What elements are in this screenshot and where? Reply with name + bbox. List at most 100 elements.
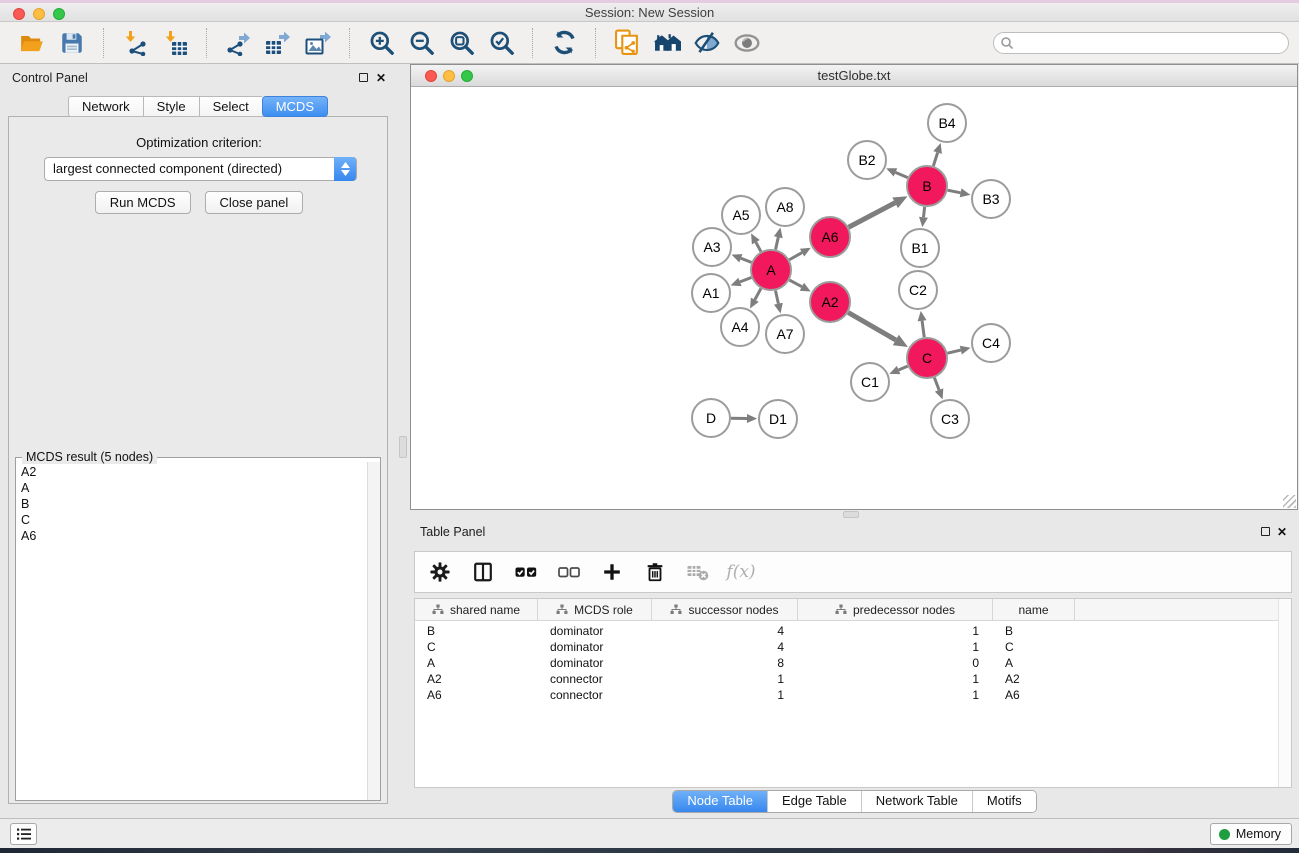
- graph-node-C1[interactable]: C1: [851, 363, 889, 401]
- graph-edge-B-B2[interactable]: [895, 172, 907, 177]
- cell-predecessor-nodes[interactable]: 1: [798, 639, 993, 655]
- cell-name[interactable]: A2: [993, 671, 1075, 687]
- column-header-successor-nodes[interactable]: successor nodes: [652, 599, 798, 620]
- graph-node-A1[interactable]: A1: [692, 274, 730, 312]
- export-network-icon[interactable]: [223, 28, 253, 58]
- graph-node-B3[interactable]: B3: [972, 180, 1010, 218]
- table-panel-float-icon[interactable]: [1261, 527, 1270, 536]
- graph-edge-A-A8[interactable]: [776, 237, 779, 249]
- graph-edge-B-B3[interactable]: [948, 190, 961, 193]
- cell-predecessor-nodes[interactable]: 1: [798, 623, 993, 639]
- unselect-all-columns-icon[interactable]: [556, 559, 582, 585]
- home-view-icon[interactable]: [652, 28, 682, 58]
- mcds-result-list[interactable]: A2 A B C A6: [17, 464, 366, 799]
- table-row[interactable]: A6 connector 1 1 A6: [415, 687, 1291, 703]
- mcds-result-item[interactable]: A: [17, 480, 366, 496]
- export-image-icon[interactable]: [303, 28, 333, 58]
- select-all-columns-icon[interactable]: [513, 559, 539, 585]
- graph-edge-C-C1[interactable]: [899, 366, 908, 370]
- cell-successor-nodes[interactable]: 4: [652, 639, 798, 655]
- graph-node-D[interactable]: D: [692, 399, 730, 437]
- add-column-icon[interactable]: [599, 559, 625, 585]
- cell-name[interactable]: B: [993, 623, 1075, 639]
- table-panel-close-icon[interactable]: ✕: [1277, 526, 1287, 538]
- column-header-shared-name[interactable]: shared name: [415, 599, 538, 620]
- delete-table-icon[interactable]: [685, 559, 711, 585]
- cell-mcds-role[interactable]: dominator: [538, 655, 652, 671]
- cell-shared-name[interactable]: A2: [415, 671, 538, 687]
- graph-node-B[interactable]: B: [907, 166, 947, 206]
- open-session-icon[interactable]: [17, 28, 47, 58]
- refresh-icon[interactable]: [549, 28, 579, 58]
- close-panel-button[interactable]: Close panel: [205, 191, 304, 214]
- zoom-out-icon[interactable]: [406, 28, 436, 58]
- run-mcds-button[interactable]: Run MCDS: [95, 191, 191, 214]
- graph-node-A[interactable]: A: [751, 250, 791, 290]
- cell-shared-name[interactable]: B: [415, 623, 538, 639]
- vertical-splitter[interactable]: [397, 64, 410, 818]
- zoom-selected-icon[interactable]: [486, 28, 516, 58]
- graph-edge-A-A6[interactable]: [789, 253, 802, 260]
- column-header-mcds-role[interactable]: MCDS role: [538, 599, 652, 620]
- tab-edge-table[interactable]: Edge Table: [767, 791, 861, 812]
- window-resize-grip[interactable]: [1283, 495, 1296, 508]
- graph-node-C[interactable]: C: [907, 338, 947, 378]
- memory-button[interactable]: Memory: [1210, 823, 1292, 845]
- vertical-splitter-grip[interactable]: [399, 436, 407, 458]
- cell-mcds-role[interactable]: connector: [538, 671, 652, 687]
- mcds-list-scrollbar[interactable]: [367, 462, 380, 800]
- task-history-button[interactable]: [10, 823, 37, 845]
- graph-edge-A6-B[interactable]: [849, 203, 896, 227]
- zoom-in-icon[interactable]: [366, 28, 396, 58]
- column-header-predecessor-nodes[interactable]: predecessor nodes: [798, 599, 993, 620]
- cell-successor-nodes[interactable]: 8: [652, 655, 798, 671]
- mcds-result-item[interactable]: C: [17, 512, 366, 528]
- graph-node-A7[interactable]: A7: [766, 315, 804, 353]
- graph-node-A8[interactable]: A8: [766, 188, 804, 226]
- graph-node-A6[interactable]: A6: [810, 217, 850, 257]
- cell-predecessor-nodes[interactable]: 1: [798, 671, 993, 687]
- tab-mcds[interactable]: MCDS: [262, 96, 328, 117]
- graph-node-B4[interactable]: B4: [928, 104, 966, 142]
- import-network-icon[interactable]: [120, 28, 150, 58]
- graph-node-A4[interactable]: A4: [721, 308, 759, 346]
- graph-edge-A-A4[interactable]: [755, 288, 761, 299]
- column-view-icon[interactable]: [470, 559, 496, 585]
- mcds-result-item[interactable]: A6: [17, 528, 366, 544]
- mcds-result-item[interactable]: B: [17, 496, 366, 512]
- export-table-icon[interactable]: [263, 28, 293, 58]
- tab-select[interactable]: Select: [199, 96, 262, 117]
- graph-edge-A-A1[interactable]: [740, 278, 751, 282]
- table-row[interactable]: C dominator 4 1 C: [415, 639, 1291, 655]
- cell-name[interactable]: C: [993, 639, 1075, 655]
- cell-successor-nodes[interactable]: 4: [652, 623, 798, 639]
- cell-successor-nodes[interactable]: 1: [652, 687, 798, 703]
- table-options-gear-icon[interactable]: [427, 559, 453, 585]
- tab-motifs[interactable]: Motifs: [972, 791, 1036, 812]
- cell-shared-name[interactable]: A: [415, 655, 538, 671]
- horizontal-splitter-grip[interactable]: [843, 511, 859, 518]
- graph-node-A2[interactable]: A2: [810, 282, 850, 322]
- table-row[interactable]: B dominator 4 1 B: [415, 623, 1291, 639]
- cell-mcds-role[interactable]: dominator: [538, 639, 652, 655]
- cell-name[interactable]: A6: [993, 687, 1075, 703]
- zoom-fit-icon[interactable]: [446, 28, 476, 58]
- table-row[interactable]: A2 connector 1 1 A2: [415, 671, 1291, 687]
- function-builder-fx-icon[interactable]: f(x): [728, 559, 754, 585]
- network-graph[interactable]: AA1A2A3A4A5A6A7A8BB1B2B3B4CC1C2C3C4DD1: [411, 88, 1297, 509]
- cell-mcds-role[interactable]: connector: [538, 687, 652, 703]
- graph-node-B2[interactable]: B2: [848, 141, 886, 179]
- import-table-icon[interactable]: [160, 28, 190, 58]
- graph-edge-B-B4[interactable]: [933, 153, 937, 166]
- tab-style[interactable]: Style: [143, 96, 199, 117]
- network-window-titlebar[interactable]: testGlobe.txt: [411, 65, 1297, 87]
- criterion-dropdown[interactable]: largest connected component (directed): [44, 157, 357, 181]
- graph-edge-C-C4[interactable]: [947, 350, 960, 353]
- graph-node-A3[interactable]: A3: [693, 228, 731, 266]
- cell-predecessor-nodes[interactable]: 0: [798, 655, 993, 671]
- cell-shared-name[interactable]: A6: [415, 687, 538, 703]
- control-panel-close-icon[interactable]: ✕: [376, 72, 386, 84]
- graph-edge-A2-C[interactable]: [848, 312, 896, 340]
- birds-eye-view-icon[interactable]: [732, 28, 762, 58]
- table-scrollbar[interactable]: [1278, 599, 1291, 787]
